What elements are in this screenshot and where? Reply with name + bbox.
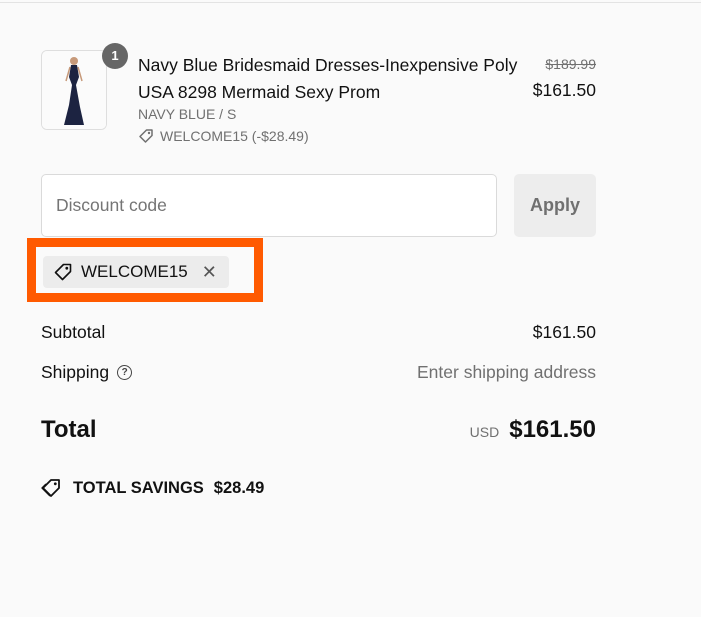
subtotal-value: $161.50 <box>532 322 596 342</box>
savings-value: $28.49 <box>213 478 265 497</box>
total-value: $161.50 <box>509 416 596 443</box>
help-icon[interactable]: ? <box>117 365 133 380</box>
apply-button[interactable]: Apply <box>514 174 596 237</box>
total-amount: USD $161.50 <box>470 416 596 444</box>
line-item: 1 Navy Blue Bridesmaid Dresses-Inexpensi… <box>41 43 596 150</box>
quantity-badge: 1 <box>102 43 128 69</box>
tag-icon <box>139 129 153 143</box>
shipping-row: Shipping ? Enter shipping address <box>41 362 596 383</box>
shipping-label-group: Shipping ? <box>41 362 133 383</box>
shipping-label: Shipping <box>41 362 110 382</box>
total-savings: TOTAL SAVINGS $28.49 <box>41 478 264 498</box>
dress-icon <box>42 51 106 129</box>
product-discount-label: WELCOME15 (-$28.49) <box>160 128 309 144</box>
discount-form: Apply <box>41 174 596 237</box>
currency-code: USD <box>469 424 500 440</box>
product-variant: NAVY BLUE / S <box>138 106 237 122</box>
savings-tag-icon <box>41 479 60 497</box>
subtotal-label: Subtotal <box>41 322 106 342</box>
highlight-box <box>27 238 263 302</box>
savings-label: TOTAL SAVINGS <box>73 478 204 497</box>
product-thumbnail <box>41 50 107 130</box>
top-divider <box>0 2 701 3</box>
product-title: Navy Blue Bridesmaid Dresses-Inexpensive… <box>138 55 518 102</box>
shipping-value: Enter shipping address <box>417 362 596 382</box>
subtotal-row: Subtotal $161.50 <box>41 322 596 343</box>
total-label: Total <box>41 416 97 443</box>
discount-code-input[interactable] <box>41 174 497 237</box>
original-price: $189.99 <box>545 56 596 72</box>
product-discount: WELCOME15 (-$28.49) <box>138 128 309 144</box>
product-price: $161.50 <box>532 80 596 100</box>
total-row: Total USD $161.50 <box>41 416 596 444</box>
